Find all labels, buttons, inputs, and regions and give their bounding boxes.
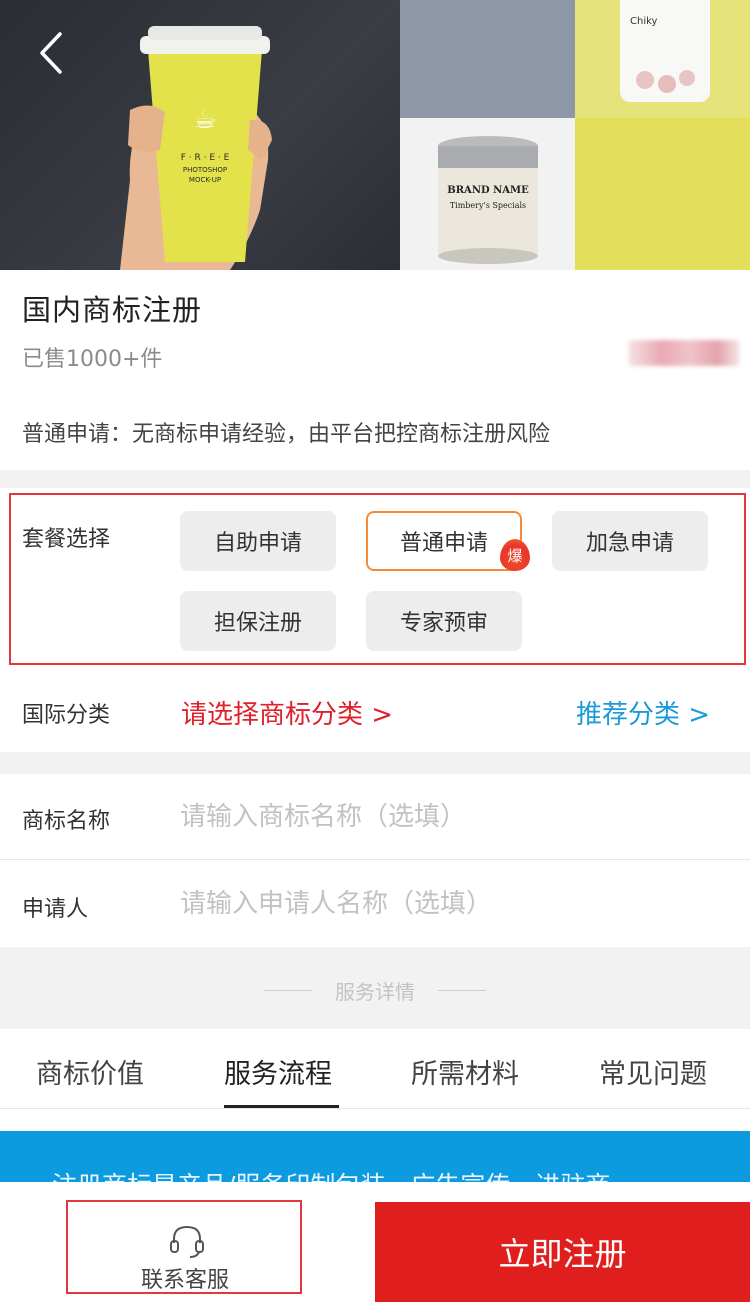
section-divider [0,470,750,488]
service-details-title: 服务详情 [335,980,415,1004]
hot-badge-icon: 爆 [500,539,530,571]
recommend-classification-link[interactable]: 推荐分类 > [576,694,710,731]
package-option-label: 专家预审 [399,611,488,636]
hero-tin-can-image: BRAND NAME Timbery's Specials [400,118,575,270]
svg-text:Timbery's Specials: Timbery's Specials [450,201,526,210]
tab-service-process[interactable]: 服务流程 [224,1052,332,1091]
package-option-label: 自助申请 [213,531,302,556]
trademark-name-input[interactable] [180,795,720,839]
tab-faq[interactable]: 常见问题 [599,1052,707,1091]
headset-icon [168,1223,206,1259]
hero-yellow-tile [575,118,750,270]
back-icon[interactable] [30,28,74,78]
svg-text:PHOTOSHOP: PHOTOSHOP [183,166,227,174]
svg-text:F · R · E · E: F · R · E · E [181,153,230,163]
customer-service-label: 联系客服 [140,1268,229,1293]
applicant-input[interactable] [180,882,720,926]
applicant-label: 申请人 [22,897,89,922]
product-title: 国内商标注册 [22,293,203,327]
sold-count: 已售1000+件 [22,347,163,372]
hero-banner: ☕ F · R · E · E PHOTOSHOP MOCK-UP Chiky … [0,0,750,270]
package-option-urgent[interactable]: 加急申请 [552,511,708,571]
blurred-price [628,340,740,366]
package-option-standard[interactable]: 普通申请 爆 [366,511,530,571]
decor-line [438,990,486,991]
hero-box-image: Chiky [575,0,750,118]
register-now-button[interactable]: 立即注册 [375,1202,750,1302]
section-divider [0,752,750,774]
package-option-guarantee[interactable]: 担保注册 [180,591,336,651]
package-option-label: 加急申请 [585,531,674,556]
tab-trademark-value[interactable]: 商标价值 [36,1052,144,1091]
package-option-expert[interactable]: 专家预审 [366,591,522,651]
package-option-label: 普通申请 [399,531,488,556]
select-classification-link[interactable]: 请选择商标分类 > [181,694,393,731]
tab-required-materials[interactable]: 所需材料 [411,1052,519,1091]
package-label: 套餐选择 [22,527,111,552]
svg-text:☕: ☕ [193,105,216,135]
trademark-name-label: 商标名称 [22,809,111,834]
row-divider [0,859,750,860]
svg-text:MOCK-UP: MOCK-UP [189,176,221,184]
classification-label: 国际分类 [22,703,111,728]
hero-gray-tile [400,0,575,118]
svg-text:Chiky: Chiky [630,16,658,27]
product-description: 普通申请：无商标申请经验，由平台把控商标注册风险 [22,422,551,447]
svg-text:BRAND NAME: BRAND NAME [447,185,529,196]
package-option-label: 担保注册 [213,611,302,636]
package-option-self[interactable]: 自助申请 [180,511,336,571]
tabs-divider [0,1108,750,1109]
